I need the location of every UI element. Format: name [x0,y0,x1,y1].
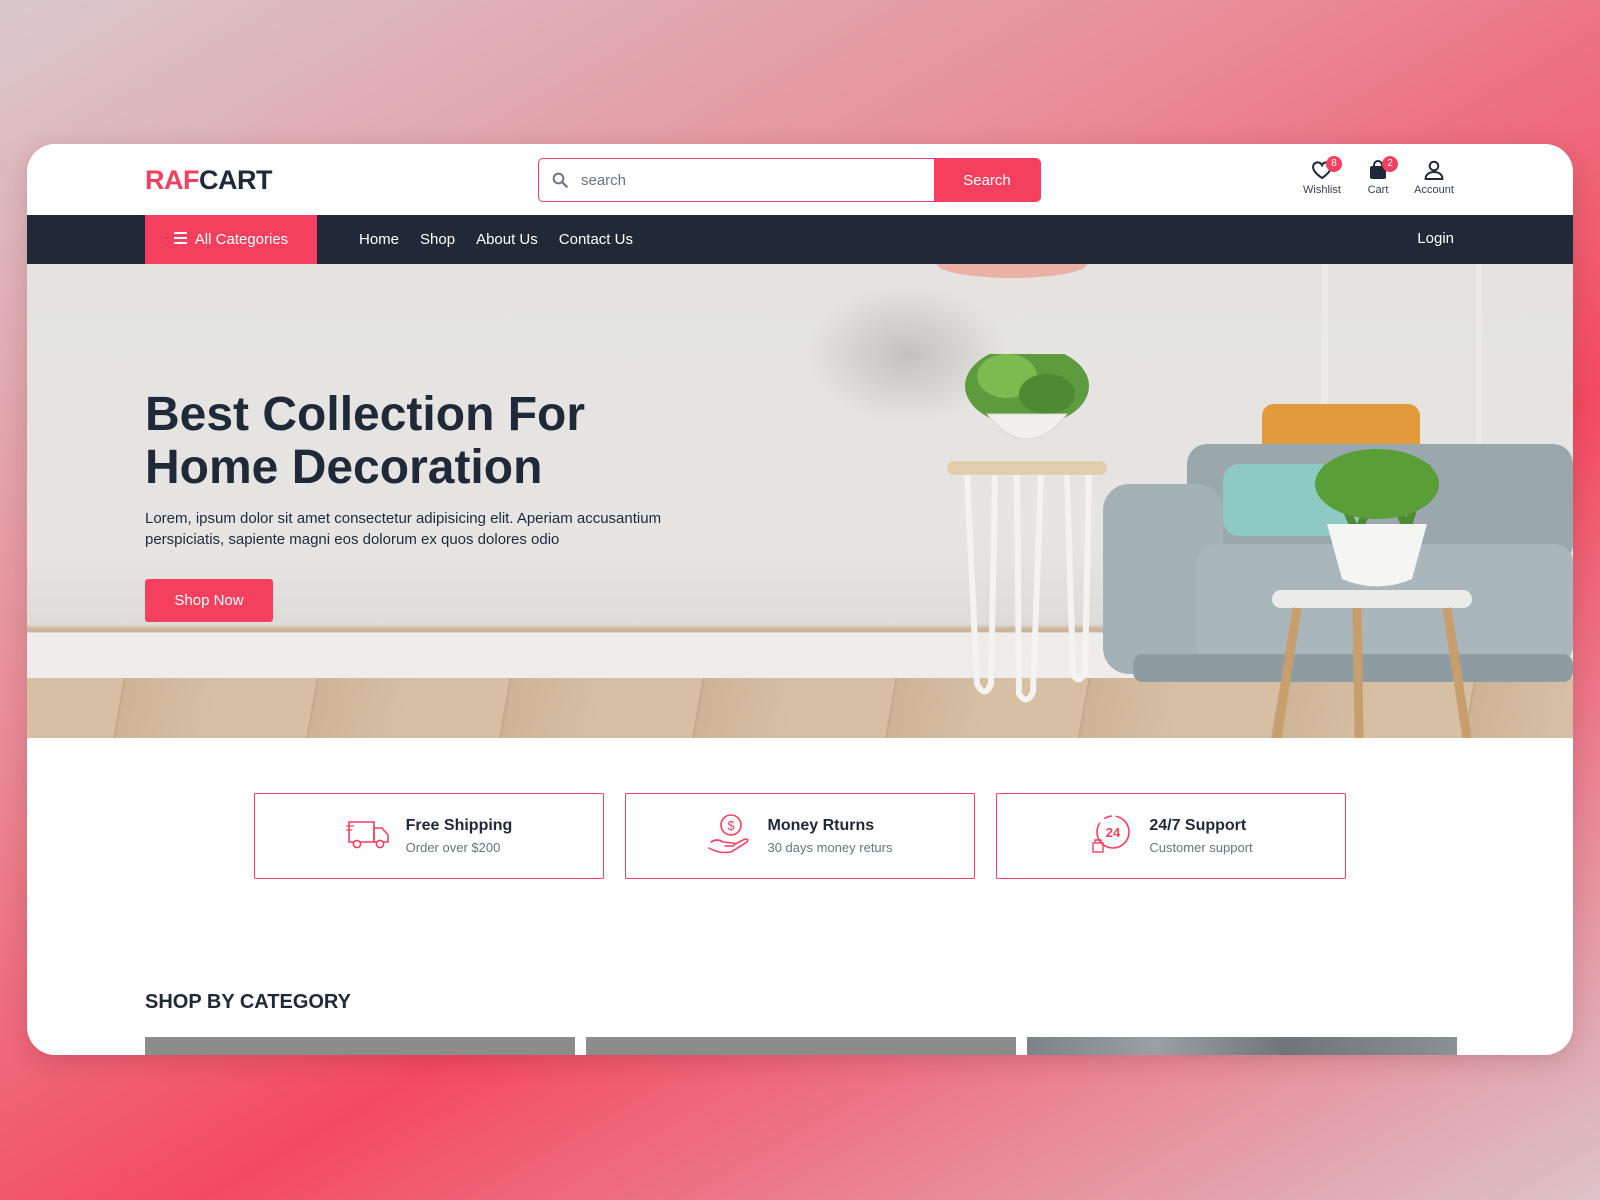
support-24-icon: 24 [1089,812,1133,861]
category-card[interactable] [145,1037,575,1055]
feature-title: Money Rturns [767,817,875,834]
login-link[interactable]: Login [1417,230,1454,247]
feature-title: Free Shipping [405,817,513,834]
shop-now-button[interactable]: Shop Now [145,579,273,622]
feature-subtitle: Order over $200 [405,840,501,855]
all-categories-label: All Categories [194,231,289,248]
feature-support: 24 24/7 Support Customer support [996,793,1346,879]
hero-title-line2: Home Decoration [145,441,543,494]
search-button[interactable]: Search [934,159,1040,201]
wishlist-button[interactable]: 8 Wishlist [1302,156,1342,196]
feature-subtitle: 30 days money returs [767,840,893,855]
logo-part2: CART [199,165,273,195]
svg-text:$: $ [728,818,736,833]
wishlist-count-badge: 8 [1326,156,1342,172]
user-icon [1422,158,1446,182]
nav-link-about-us[interactable]: About Us [476,231,538,248]
account-label: Account [1414,184,1454,196]
site-header: RAFCART Search 8 Wishlist 2 Car [27,144,1573,215]
hero-title-line1: Best Collection For [145,388,586,441]
nav-link-shop[interactable]: Shop [420,231,455,248]
nav-link-contact-us[interactable]: Contact Us [559,231,633,248]
hero-description: Lorem, ipsum dolor sit amet consectetur … [145,510,662,548]
logo[interactable]: RAFCART [145,164,273,196]
cart-label: Cart [1367,184,1389,196]
features-row: Free Shipping Order over $200 $ Money Rt… [254,793,1346,879]
search-icon [539,159,581,201]
nav-links: Home Shop About Us Contact Us [359,215,633,264]
shop-by-category-title: SHOP BY CATEGORY [145,991,351,1013]
hero-title: Best Collection For Home Decoration [145,388,705,494]
search-input[interactable] [581,159,934,201]
main-navigation: All Categories Home Shop About Us Contac… [27,215,1573,264]
feature-title: 24/7 Support [1149,817,1247,834]
account-button[interactable]: Account [1414,158,1454,196]
header-icons: 8 Wishlist 2 Cart Account [1302,156,1454,196]
logo-part1: RAF [145,165,200,195]
svg-text:24: 24 [1106,825,1121,840]
category-cards [145,1037,1457,1055]
menu-icon [173,231,187,248]
feature-money-returns: $ Money Rturns 30 days money returs [625,793,975,879]
hero-banner: Best Collection For Home Decoration Lore… [27,264,1573,738]
browser-frame: RAFCART Search 8 Wishlist 2 Car [27,144,1573,1055]
all-categories-button[interactable]: All Categories [145,215,317,264]
hero-furniture-image [947,354,1573,738]
category-card[interactable] [1027,1037,1457,1055]
wishlist-label: Wishlist [1303,184,1341,196]
cart-button[interactable]: 2 Cart [1358,156,1398,196]
nav-link-home[interactable]: Home [359,231,399,248]
pendant-lamp [937,264,1087,278]
search-bar: Search [538,158,1041,202]
category-card[interactable] [586,1037,1016,1055]
cart-count-badge: 2 [1382,156,1398,172]
feature-free-shipping: Free Shipping Order over $200 [254,793,604,879]
feature-subtitle: Customer support [1149,840,1253,855]
money-hand-icon: $ [707,812,751,861]
truck-icon [345,816,390,857]
